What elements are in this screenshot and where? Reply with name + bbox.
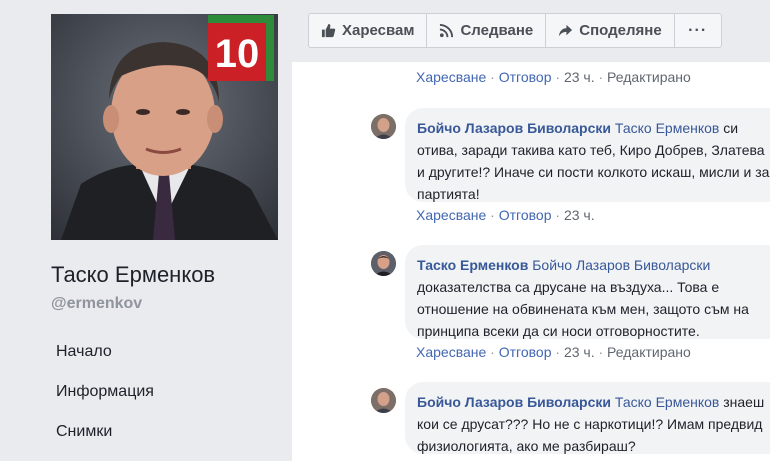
like-label: Харесвам — [342, 22, 415, 39]
comment-bubble: Таско Ерменков Бойчо Лазаров Биволарски … — [405, 245, 770, 339]
nav-item-info[interactable]: Информация — [56, 383, 154, 401]
comment-author[interactable]: Бойчо Лазаров Биволарски — [417, 394, 611, 410]
follow-label: Следване — [460, 22, 534, 39]
left-sidebar: 10 Таско Ерменков @ermenkov Начало Инфор… — [0, 0, 292, 461]
badge-number: 10 — [215, 32, 260, 76]
comment-mention[interactable]: Бойчо Лазаров Биволарски — [532, 257, 710, 273]
reply-comment-link[interactable]: Отговор — [499, 344, 552, 360]
comment-meta: Харесване · Отговор · 23 ч. — [416, 207, 595, 223]
share-label: Споделяне — [579, 22, 662, 39]
follow-button[interactable]: Следване — [427, 14, 547, 47]
comment-bubble: Бойчо Лазаров Биволарски Таско Ерменков … — [405, 382, 770, 454]
thumbs-up-icon — [321, 23, 336, 38]
avatar-image — [371, 388, 396, 413]
comment-author[interactable]: Таско Ерменков — [417, 257, 528, 273]
number-badge: 10 — [208, 15, 274, 81]
comment-time[interactable]: 23 ч. — [564, 344, 595, 360]
comments-section: Харесване · Отговор · 23 ч. · Редактиран… — [292, 62, 770, 461]
share-button[interactable]: Споделяне — [546, 14, 675, 47]
comment-meta: Харесване · Отговор · 23 ч. · Редактиран… — [416, 69, 691, 85]
main-column: Харесвам Следване Споделяне ··· Харесван… — [292, 0, 770, 461]
avatar[interactable] — [371, 388, 396, 413]
edited-label: Редактирано — [607, 69, 691, 85]
like-comment-link[interactable]: Харесване — [416, 207, 486, 223]
share-arrow-icon — [559, 24, 573, 37]
avatar[interactable] — [371, 251, 396, 276]
avatar[interactable] — [371, 114, 396, 139]
avatar-image — [371, 251, 396, 276]
like-comment-link[interactable]: Харесване — [416, 344, 486, 360]
page-handle[interactable]: @ermenkov — [51, 295, 142, 313]
more-options-button[interactable]: ··· — [675, 14, 721, 47]
like-button[interactable]: Харесвам — [309, 14, 428, 47]
comment-bubble: Бойчо Лазаров Биволарски Таско Ерменков … — [405, 108, 770, 202]
avatar-image — [371, 114, 396, 139]
like-comment-link[interactable]: Харесване — [416, 69, 486, 85]
comment-author[interactable]: Бойчо Лазаров Биволарски — [417, 120, 611, 136]
comment-time[interactable]: 23 ч. — [564, 207, 595, 223]
comment-meta: Харесване · Отговор · 23 ч. · Редактиран… — [416, 344, 691, 360]
action-bar-area: Харесвам Следване Споделяне ··· — [292, 0, 770, 62]
page-action-bar: Харесвам Следване Споделяне ··· — [308, 13, 722, 48]
rss-icon — [440, 23, 454, 38]
more-dots-icon: ··· — [688, 21, 708, 39]
edited-label: Редактирано — [607, 344, 691, 360]
reply-comment-link[interactable]: Отговор — [499, 69, 552, 85]
nav-item-photos[interactable]: Снимки — [56, 423, 112, 441]
comment-text: доказателства са друсане на въздуха... Т… — [417, 279, 749, 339]
nav-item-home[interactable]: Начало — [56, 343, 112, 361]
page-title[interactable]: Таско Ерменков — [51, 262, 215, 288]
comment-mention[interactable]: Таско Ерменков — [615, 120, 719, 136]
comment-time[interactable]: 23 ч. — [564, 69, 595, 85]
comment-mention[interactable]: Таско Ерменков — [615, 394, 719, 410]
reply-comment-link[interactable]: Отговор — [499, 207, 552, 223]
